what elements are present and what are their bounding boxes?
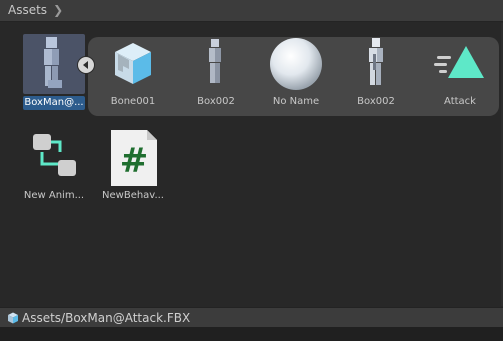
asset-label: Attack <box>444 96 476 107</box>
svg-text:#: # <box>120 141 149 181</box>
asset-label: NewBehav... <box>102 190 164 201</box>
asset-label: Bone001 <box>110 96 156 107</box>
selected-asset-path: Assets/BoxMan@Attack.FBX <box>22 311 191 325</box>
breadcrumb[interactable]: Assets ❯ <box>8 3 63 17</box>
asset-label: BoxMan@... <box>23 96 85 110</box>
asset-label: New Anim... <box>23 190 85 201</box>
collapse-sub-assets-button[interactable] <box>77 56 95 74</box>
asset-label: Box002 <box>197 96 235 107</box>
asset-label: No Name <box>272 96 320 107</box>
assets-header: Assets ❯ <box>0 0 503 22</box>
asset-label: Box002 <box>357 96 395 107</box>
avatar-figure-icon <box>340 34 412 94</box>
chevron-right-icon[interactable]: ❯ <box>53 4 63 16</box>
model-file-icon <box>8 312 18 324</box>
mesh-figure-icon <box>180 34 252 94</box>
panel-bottom-edge <box>0 327 503 341</box>
csharp-script-icon: # <box>97 128 169 188</box>
status-bar: Assets/BoxMan@Attack.FBX <box>0 307 503 327</box>
triangle-left-icon <box>83 61 88 69</box>
material-sphere-icon <box>260 34 332 94</box>
animator-controller-icon <box>18 128 90 188</box>
animation-clip-icon <box>424 34 496 94</box>
prefab-box-icon <box>97 34 169 94</box>
breadcrumb-assets[interactable]: Assets <box>8 3 47 17</box>
